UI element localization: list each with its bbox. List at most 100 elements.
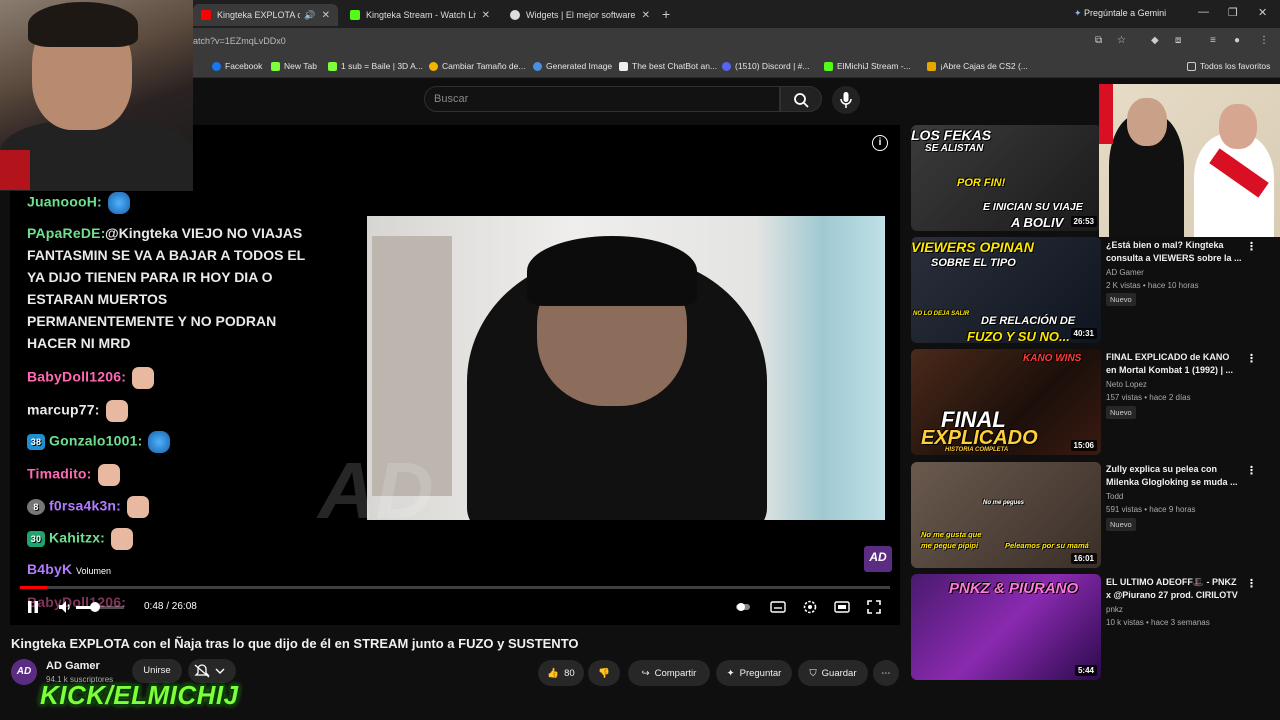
menu-icon[interactable]: ⋮ bbox=[1259, 35, 1271, 47]
chat-message: marcup77: bbox=[27, 400, 128, 422]
recommendation-thumbnail[interactable]: No me gusta que me pegue pipipi No me pe… bbox=[911, 462, 1101, 568]
bookmark-cs2[interactable]: ¡Abre Cajas de CS2 (... bbox=[927, 61, 1028, 71]
chat-username: f0rsa4k3n: bbox=[49, 497, 122, 514]
bookmark-label: New Tab bbox=[284, 61, 317, 71]
close-window-icon[interactable]: ✕ bbox=[1258, 6, 1267, 19]
recommendation-meta: 2 K vistas • hace 10 horas bbox=[1106, 281, 1199, 290]
like-button[interactable]: 👍 80 bbox=[538, 660, 584, 686]
bookmark-star-icon[interactable]: ☆ bbox=[1117, 35, 1129, 47]
gemini-button[interactable]: ✦ Pregúntale a Gemini bbox=[1074, 8, 1166, 19]
more-actions-button[interactable]: ⋯ bbox=[873, 660, 899, 686]
thumb-text: LOS FEKAS bbox=[911, 127, 992, 143]
install-icon[interactable]: ⧉ bbox=[1095, 35, 1107, 47]
subtitles-icon bbox=[770, 601, 786, 613]
recommendation-title[interactable]: ¿Está bien o mal? Kingteka consulta a VI… bbox=[1106, 239, 1242, 264]
thumb-text: DE RELACIÓN DE bbox=[981, 315, 1076, 327]
hand-emote-icon bbox=[132, 367, 155, 389]
theater-mode-button[interactable] bbox=[834, 599, 850, 615]
video-frame bbox=[367, 216, 885, 520]
chat-message: BabyDoll1206: bbox=[27, 367, 155, 389]
recommendation-title[interactable]: FINAL EXPLICADO de KANO en Mortal Kombat… bbox=[1106, 351, 1242, 376]
hand-emote-icon bbox=[111, 528, 134, 550]
voice-search-button[interactable] bbox=[832, 86, 860, 114]
recommendation-title[interactable]: Zully explica su pelea con Milenka Glogl… bbox=[1106, 463, 1242, 488]
thumb-text: NO LO DEJA SALIR bbox=[913, 311, 970, 317]
minimize-icon[interactable]: — bbox=[1198, 6, 1209, 18]
sparkle-icon: ✦ bbox=[726, 667, 735, 679]
more-vertical-icon[interactable]: ⋮ bbox=[1246, 240, 1257, 253]
profile-icon[interactable]: ● bbox=[1234, 35, 1246, 47]
recommendation-channel[interactable]: pnkz bbox=[1106, 605, 1123, 614]
dislike-button[interactable]: 👎 bbox=[588, 660, 620, 686]
channel-avatar[interactable]: AD bbox=[11, 659, 37, 685]
gemini-label: Pregúntale a Gemini bbox=[1084, 8, 1167, 18]
maximize-icon[interactable]: ❐ bbox=[1228, 6, 1238, 19]
chat-message-text: @Kingteka VIEJO NO VIAJAS FANTASMIN SE V… bbox=[27, 225, 305, 351]
bookmark-generated-image[interactable]: Generated Image bbox=[533, 61, 612, 71]
recommendation-channel[interactable]: Todd bbox=[1106, 492, 1123, 501]
recommendation-thumbnail[interactable]: PNKZ & PIURANO 5:44 bbox=[911, 574, 1101, 680]
video-duration: 16:01 bbox=[1070, 553, 1097, 564]
recommendation-channel[interactable]: AD Gamer bbox=[1106, 268, 1144, 277]
fullscreen-icon bbox=[867, 600, 881, 614]
bookmark-chatbot[interactable]: The best ChatBot an... bbox=[619, 61, 717, 71]
save-button[interactable]: ⛉ Guardar bbox=[798, 660, 868, 686]
all-bookmarks[interactable]: Todos los favoritos bbox=[1187, 61, 1270, 71]
more-vertical-icon[interactable]: ⋮ bbox=[1246, 577, 1257, 590]
close-icon[interactable]: ✕ bbox=[482, 10, 490, 21]
url-text[interactable]: atch?v=1EZmqLvDDx0 bbox=[193, 36, 286, 46]
bookmark-new-tab[interactable]: New Tab bbox=[271, 61, 317, 71]
new-tab-icon[interactable]: + bbox=[662, 6, 670, 22]
figure-face bbox=[1219, 104, 1257, 149]
chat-message: 30 Kahitzx: bbox=[27, 528, 134, 550]
sub-badge: 30 bbox=[27, 531, 45, 547]
extension-icon[interactable]: ◆ bbox=[1151, 35, 1163, 47]
new-badge: Nuevo bbox=[1106, 518, 1136, 531]
recommendation-title[interactable]: EL ULTIMO ADEOFF🎩 - PNKZ x @Piurano 27 p… bbox=[1106, 576, 1242, 601]
recommendation-thumbnail[interactable]: LOS FEKAS SE ALISTAN POR FIN! E INICIAN … bbox=[911, 125, 1101, 231]
search-button[interactable] bbox=[780, 86, 822, 112]
settings-button[interactable] bbox=[802, 599, 818, 615]
bookmark-label: ElMichiJ Stream -... bbox=[837, 61, 911, 71]
recommendation-channel[interactable]: Neto Lopez bbox=[1106, 380, 1147, 389]
search-input[interactable] bbox=[424, 86, 780, 112]
volume-button[interactable] bbox=[58, 600, 72, 614]
kick-icon bbox=[271, 61, 280, 71]
autoplay-toggle[interactable] bbox=[735, 599, 751, 615]
bookmark-facebook[interactable]: Facebook bbox=[212, 61, 262, 71]
recommendation-thumbnail[interactable]: VIEWERS OPINAN SOBRE EL TIPO NO LO DEJA … bbox=[911, 237, 1101, 343]
youtube-icon bbox=[201, 10, 211, 20]
bookmark-elmichij[interactable]: ElMichiJ Stream -... bbox=[824, 61, 911, 71]
recommendation-thumbnail[interactable]: KANO WINS FINAL EXPLICADO HISTORIA COMPL… bbox=[911, 349, 1101, 455]
close-icon[interactable]: ✕ bbox=[322, 10, 330, 21]
extensions-icon[interactable]: ⧈ bbox=[1175, 35, 1187, 47]
bookmark-baile[interactable]: 1 sub = Baile | 3D A... bbox=[328, 61, 423, 71]
bookmark-discord[interactable]: (1510) Discord | #... bbox=[722, 61, 810, 71]
fullscreen-button[interactable] bbox=[866, 599, 882, 615]
channel-watermark[interactable]: AD bbox=[864, 546, 892, 572]
tab-kingteka-video[interactable]: Kingteka EXPLOTA con el Ñ 🔊 ✕ bbox=[193, 4, 338, 26]
more-vertical-icon[interactable]: ⋮ bbox=[1246, 352, 1257, 365]
tab-kingteka-stream[interactable]: Kingteka Stream - Watch Live o ✕ bbox=[342, 4, 498, 26]
gemini-icon: ✦ bbox=[1074, 8, 1085, 18]
kick-icon bbox=[824, 61, 833, 71]
share-button[interactable]: ↪ Compartir bbox=[628, 660, 710, 686]
bookmark-cambiar-tamano[interactable]: Cambiar Tamaño de... bbox=[429, 61, 525, 71]
close-icon[interactable]: ✕ bbox=[642, 10, 650, 21]
butterfly-emote-icon bbox=[148, 431, 171, 453]
subtitles-button[interactable] bbox=[770, 599, 786, 615]
thumb-text: PNKZ & PIURANO bbox=[949, 580, 1079, 597]
progress-fill bbox=[20, 586, 47, 589]
channel-name[interactable]: AD Gamer bbox=[46, 660, 100, 672]
more-vertical-icon[interactable]: ⋮ bbox=[1246, 464, 1257, 477]
sub-badge: 8 bbox=[27, 499, 45, 515]
tab-widgets[interactable]: Widgets | El mejor software pa ✕ bbox=[502, 4, 658, 26]
media-controls-icon[interactable]: ≡ bbox=[1210, 35, 1222, 47]
thumb-text: me pegue pipipi bbox=[921, 541, 979, 550]
ask-button[interactable]: ✦ Preguntar bbox=[716, 660, 792, 686]
webcam-chair bbox=[0, 150, 30, 190]
volume-slider[interactable] bbox=[76, 602, 124, 612]
progress-bar[interactable] bbox=[20, 586, 890, 589]
pause-button[interactable] bbox=[26, 600, 40, 614]
info-icon[interactable]: i bbox=[872, 135, 888, 151]
